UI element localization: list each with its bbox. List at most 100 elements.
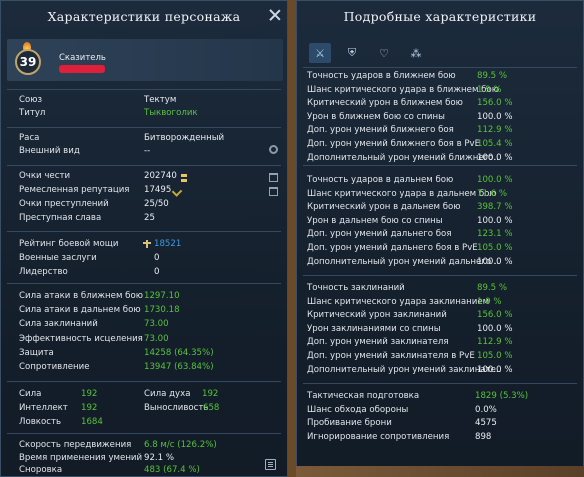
attribute-value: 192 [81, 403, 98, 413]
stat-label: Доп. урон умений ближнего боя в PvE [307, 139, 481, 149]
stat-value: 1.9 % [477, 296, 502, 307]
stat-label: Точность заклинаний [307, 283, 405, 293]
stat-value: 17495 [144, 185, 172, 195]
stat-label: Сопротивление [19, 362, 90, 372]
close-icon[interactable] [269, 9, 281, 21]
divider [7, 127, 281, 128]
stat-label: Доп. урон умений заклинателя [307, 337, 449, 348]
notes-icon[interactable] [265, 459, 276, 470]
stat-label: Доп. урон умений заклинателя в PvE [307, 351, 475, 361]
stat-value: 73.00 [144, 333, 169, 344]
shop-cart-icon[interactable] [269, 187, 278, 196]
stat-label: Шанс обхода обороны [307, 404, 409, 415]
stat-value: 100.0 % [477, 323, 513, 334]
stat-value: 202740 [144, 171, 177, 181]
divider [303, 67, 577, 68]
divider [303, 165, 577, 166]
stat-label: Внешний вид [19, 145, 80, 156]
sword-icon [143, 240, 151, 248]
attribute-label: Ловкость [19, 417, 62, 427]
stat-label: Шанс критического удара заклинанием [307, 296, 490, 307]
stat-value: 100.0 % [477, 111, 513, 122]
stat-label: Раса [19, 133, 40, 143]
stat-label: Сноровка [19, 465, 63, 475]
tab-defense[interactable]: ⛨ [341, 43, 363, 63]
stat-value: Тектум [144, 95, 177, 105]
attribute-label: Выносливость [144, 403, 209, 413]
tab-misc[interactable]: ⁂ [405, 43, 427, 63]
divider [7, 283, 281, 284]
stat-value: 89.5 % [477, 283, 508, 293]
divider [7, 89, 281, 90]
panel-title: Подробные характеристики [343, 8, 537, 24]
divider [7, 433, 281, 434]
hourglass-icon [181, 174, 187, 182]
stat-label: Критический урон в ближнем бою [307, 98, 463, 109]
stat-label: Урон заклинаниями со спины [307, 323, 441, 334]
stat-value: 112.9 % [477, 337, 513, 348]
redacted-name [59, 65, 105, 73]
divider [303, 275, 577, 276]
stat-value: 0 [154, 253, 160, 263]
detailed-stats-panel: Подробные характеристики ⚔ ⛨ ♡ ⁂ Точность у… [296, 0, 584, 477]
stat-label: Точность ударов в ближнем бою [307, 71, 456, 81]
stat-value: 6.8 м/с (126.2%) [144, 440, 217, 450]
attribute-value: 1684 [81, 417, 103, 427]
attribute-value: 192 [81, 389, 98, 399]
attribute-label: Интеллект [19, 403, 68, 413]
shop-cart-icon[interactable] [269, 173, 278, 182]
divider [7, 381, 281, 382]
divider [7, 231, 281, 232]
attribute-label: Сила духа [144, 389, 191, 399]
stat-label: Шанс критического удара в ближнем бою [307, 84, 499, 95]
stat-label: Рейтинг боевой мощи [19, 239, 119, 249]
stat-value: 71.6 % [477, 188, 508, 199]
stat-label: Военные заслуги [19, 253, 97, 263]
stat-value: 0 [154, 267, 160, 277]
gear-icon[interactable] [269, 145, 278, 154]
stat-label: Тактическая подготовка [307, 391, 420, 401]
stats-tabs: ⚔ ⛨ ♡ ⁂ [309, 43, 427, 63]
stat-label: Сила заклинаний [19, 319, 98, 330]
stat-label: Дополнительный урон умений ближнего.. [307, 152, 499, 163]
stat-label: Очки преступлений [19, 199, 109, 209]
stat-value: 25/50 [144, 199, 169, 209]
divider [7, 165, 281, 166]
stat-value: 398.7 % [477, 202, 513, 213]
stat-label: Скорость передвижения [19, 440, 132, 450]
crossed-swords-icon: ⚔ [315, 46, 325, 60]
character-stats-panel: Характеристики персонажа 39 Сказитель Со… [0, 0, 288, 477]
stat-value: 1297.10 [144, 291, 180, 301]
rank-chevron-icon [171, 186, 183, 197]
stat-label: Критический урон заклинаний [307, 310, 447, 321]
attribute-value: 192 [202, 389, 219, 399]
stat-value: Тыквоголик [144, 107, 198, 118]
stat-label: Защита [19, 347, 54, 358]
stat-label: Сила атаки в ближнем бою [19, 291, 143, 301]
stat-label: Титул [19, 107, 46, 118]
tab-heal[interactable]: ♡ [373, 43, 395, 63]
stat-value: 100.0 % [477, 256, 513, 267]
stat-value: 898 [475, 431, 492, 442]
stat-value: 100.0 % [477, 175, 513, 185]
attribute-label: Сила [19, 389, 42, 399]
stat-value: 483 (67.4 %) [144, 465, 200, 475]
stat-value: 1730.18 [144, 305, 180, 316]
stat-value: 18521 [154, 239, 182, 249]
stat-label: Время применения умений [19, 452, 143, 463]
stat-value: 156.0 % [477, 98, 513, 109]
stat-value: 14258 (64.35%) [144, 347, 214, 358]
stat-label: Доп. урон умений дальнего боя [307, 229, 452, 240]
stat-value: 89.5 % [477, 71, 508, 81]
tab-attack[interactable]: ⚔ [309, 43, 331, 63]
stat-value: 0.0% [475, 404, 497, 415]
stat-value: 156.0 % [477, 310, 513, 321]
stat-label: Дополнительный урон умений дальнего .. [307, 256, 500, 267]
stat-label: Ремесленная репутация [19, 185, 130, 195]
stat-value: 112.9 % [477, 125, 513, 136]
stat-value: 105.0 % [477, 243, 513, 253]
divider [303, 383, 577, 384]
panel-title: Характеристики персонажа [47, 8, 241, 24]
stat-value: 73.00 [144, 319, 169, 330]
shield-icon: ⛨ [347, 46, 357, 59]
